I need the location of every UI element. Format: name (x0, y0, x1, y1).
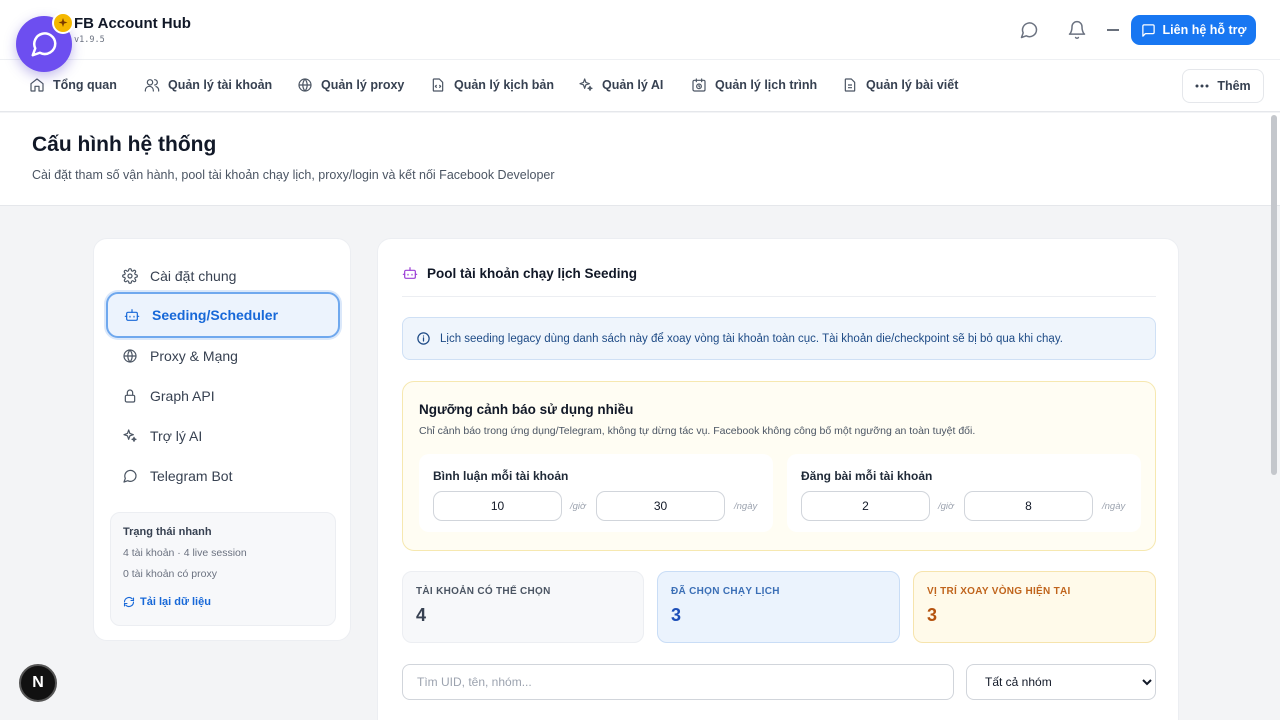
post-limit-card: Đăng bài mỗi tài khoản /giờ /ngày (787, 454, 1141, 532)
post-per-day-input[interactable] (964, 491, 1093, 521)
info-text: Lịch seeding legacy dùng danh sách này đ… (440, 332, 1063, 345)
seeding-panel: Pool tài khoản chạy lịch Seeding Lịch se… (377, 238, 1179, 720)
post-limit-label: Đăng bài mỗi tài khoản (801, 469, 933, 483)
ellipsis-icon (1195, 84, 1209, 88)
quick-status-title: Trạng thái nhanh (123, 526, 212, 538)
threshold-title: Ngưỡng cảnh báo sử dụng nhiều (419, 402, 634, 417)
sidebar-item-label: Proxy & Mạng (150, 348, 238, 364)
panel-title: Pool tài khoản chạy lịch Seeding (402, 265, 637, 281)
sparkle-badge-icon (52, 12, 74, 34)
gear-icon (122, 268, 138, 284)
quick-status: Trạng thái nhanh 4 tài khoản · 4 live se… (110, 512, 336, 626)
stat-rotation-position: VỊ TRÍ XOAY VÒNG HIỆN TẠI 3 (913, 571, 1156, 643)
comment-per-hour-input[interactable] (433, 491, 562, 521)
app-version: v1.9.5 (74, 35, 105, 45)
file-code-icon (430, 77, 446, 93)
nav-item-accounts[interactable]: Quản lý tài khoản (144, 77, 272, 93)
support-label: Liên hệ hỗ trợ (1162, 23, 1247, 37)
sidebar-item-label: Cài đặt chung (150, 268, 237, 284)
nav-label: Tổng quan (53, 78, 117, 92)
chat-icon[interactable] (1017, 18, 1041, 42)
stat-value: 3 (927, 605, 938, 625)
unit-day: /ngày (1102, 501, 1126, 512)
nav-item-posts[interactable]: Quản lý bài viết (842, 77, 958, 93)
quick-status-proxy: 0 tài khoản có proxy (123, 568, 217, 580)
group-filter-select[interactable]: Tất cả nhóm (966, 664, 1156, 700)
page-scrollbar[interactable] (1271, 115, 1277, 475)
sidebar-item-telegram[interactable]: Telegram Bot (106, 453, 340, 499)
panel-title-text: Pool tài khoản chạy lịch Seeding (427, 265, 638, 281)
top-bar: FB Account Hub v1.9.5 Liên hệ hỗ trợ (0, 0, 1280, 60)
account-search-input[interactable] (402, 664, 954, 700)
home-icon (29, 77, 45, 93)
stat-label: VỊ TRÍ XOAY VÒNG HIỆN TẠI (927, 586, 1071, 597)
nav-label: Quản lý proxy (321, 78, 405, 92)
threshold-subtitle: Chỉ cảnh báo trong ứng dụng/Telegram, kh… (419, 425, 976, 437)
sidebar-item-seeding[interactable]: Seeding/Scheduler (106, 292, 340, 338)
more-button[interactable]: Thêm (1182, 69, 1264, 103)
sidebar-item-label: Trợ lý AI (150, 428, 203, 444)
main-nav: Tổng quan Quản lý tài khoản Quản lý prox… (0, 60, 1280, 112)
sidebar-item-label: Telegram Bot (150, 468, 233, 484)
nav-label: Quản lý lịch trình (715, 78, 818, 92)
reload-label: Tải lại dữ liệu (140, 596, 211, 608)
sparkles-icon (578, 77, 594, 93)
nav-label: Quản lý kịch bản (454, 78, 555, 92)
dev-tools-badge[interactable]: N (19, 664, 57, 702)
comment-limit-card: Bình luận mỗi tài khoản /giờ /ngày (419, 454, 773, 532)
nav-item-overview[interactable]: Tổng quan (29, 77, 117, 93)
nav-label: Quản lý AI (602, 78, 664, 92)
globe-icon (122, 348, 138, 364)
unit-day: /ngày (734, 501, 758, 512)
usage-threshold-box: Ngưỡng cảnh báo sử dụng nhiều Chỉ cảnh b… (402, 381, 1156, 551)
reload-button[interactable]: Tải lại dữ liệu (123, 596, 323, 608)
info-icon (416, 331, 431, 346)
sparkles-icon (122, 428, 138, 444)
nav-label: Quản lý tài khoản (168, 78, 273, 92)
minus-icon[interactable] (1101, 18, 1125, 42)
unit-hour: /giờ (570, 501, 586, 512)
nav-item-proxy[interactable]: Quản lý proxy (297, 77, 404, 93)
message-icon (122, 468, 138, 484)
lock-icon (122, 388, 138, 404)
stat-label: TÀI KHOẢN CÓ THỂ CHỌN (416, 586, 551, 597)
stat-value: 4 (416, 605, 427, 625)
more-label: Thêm (1217, 79, 1251, 93)
quick-status-accounts: 4 tài khoản · 4 live session (123, 547, 247, 559)
info-banner: Lịch seeding legacy dùng danh sách này đ… (402, 317, 1156, 360)
bot-icon (402, 265, 418, 281)
divider (402, 296, 1156, 297)
sidebar-item-label: Graph API (150, 388, 215, 404)
app-title: FB Account Hub (74, 15, 191, 32)
nav-item-schedule[interactable]: Quản lý lịch trình (691, 77, 817, 93)
bot-icon (124, 307, 140, 323)
calendar-clock-icon (691, 77, 707, 93)
bell-icon[interactable] (1065, 18, 1089, 42)
sidebar-item-label: Seeding/Scheduler (152, 307, 279, 323)
page-title: Cấu hình hệ thống (32, 133, 217, 156)
page-subtitle: Cài đặt tham số vận hành, pool tài khoản… (32, 168, 555, 182)
settings-sidebar: Cài đặt chung Seeding/Scheduler Proxy & … (93, 238, 351, 641)
users-icon (144, 77, 160, 93)
page-header: Cấu hình hệ thống Cài đặt tham số vận hà… (0, 113, 1280, 206)
unit-hour: /giờ (938, 501, 954, 512)
stat-available-accounts: TÀI KHOẢN CÓ THỂ CHỌN 4 (402, 571, 644, 643)
refresh-icon (123, 596, 135, 608)
comment-limit-label: Bình luận mỗi tài khoản (433, 469, 569, 483)
support-button[interactable]: Liên hệ hỗ trợ (1131, 15, 1256, 45)
nav-item-ai[interactable]: Quản lý AI (578, 77, 663, 93)
comment-per-day-input[interactable] (596, 491, 725, 521)
file-text-icon (842, 77, 858, 93)
stat-value: 3 (671, 605, 682, 625)
message-square-icon (1141, 23, 1156, 38)
nav-label: Quản lý bài viết (866, 78, 959, 92)
stat-selected-accounts: ĐÃ CHỌN CHẠY LỊCH 3 (657, 571, 900, 643)
brand: FB Account Hub v1.9.5 (74, 15, 191, 45)
globe-icon (297, 77, 313, 93)
stat-label: ĐÃ CHỌN CHẠY LỊCH (671, 586, 780, 597)
post-per-hour-input[interactable] (801, 491, 930, 521)
nav-item-scripts[interactable]: Quản lý kịch bản (430, 77, 554, 93)
